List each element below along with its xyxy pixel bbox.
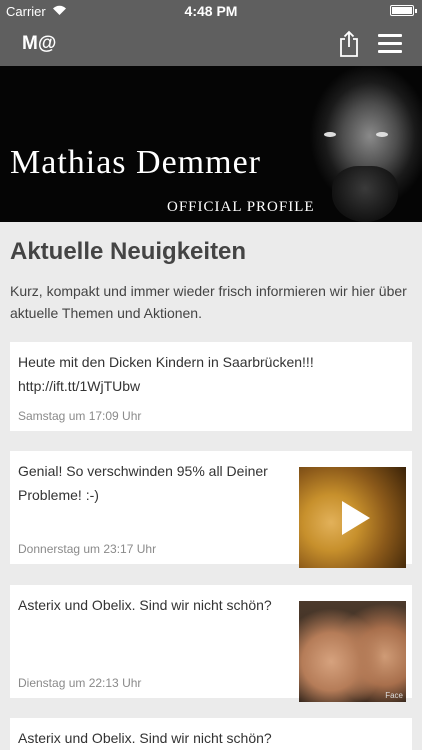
news-item-text: Asterix und Obelix. Sind wir nicht schön… [18,597,272,613]
nav-bar: M@ [0,22,422,66]
hero-subtitle: OFFICIAL PROFILE [167,199,315,215]
news-item[interactable]: Heute mit den Dicken Kindern in Saarbrüc… [10,342,412,431]
play-icon[interactable] [299,467,406,568]
section-title: Aktuelle Neuigkeiten [10,238,247,265]
news-item-text: Genial! So verschwinden 95% all Deiner P… [18,463,268,503]
status-time: 4:48 PM [184,3,238,19]
photo-watermark: Face [385,691,403,700]
news-item-date: Dienstag um 22:13 Uhr [18,676,142,690]
news-item-date: Samstag um 17:09 Uhr [18,409,142,423]
hero-banner: Mathias Demmer OFFICIAL PROFILE [0,66,422,222]
news-item[interactable]: Asterix und Obelix. Sind wir nicht schön… [10,718,412,750]
photo-thumbnail[interactable]: Face [299,601,406,702]
battery-icon [390,5,417,16]
hamburger-menu-icon[interactable] [378,34,402,54]
app-title[interactable]: M@ [22,33,56,55]
news-item-text: Asterix und Obelix. Sind wir nicht schön… [18,730,272,746]
news-item-date: Donnerstag um 23:17 Uhr [18,542,157,556]
section-intro: Kurz, kompakt und immer wieder frisch in… [10,283,407,321]
video-thumbnail[interactable] [299,467,406,568]
share-icon[interactable] [338,30,360,58]
news-item-link[interactable]: http://ift.tt/1WjTUbw [18,378,140,394]
news-item-text: Heute mit den Dicken Kindern in Saarbrüc… [18,354,314,394]
news-item[interactable]: Asterix und Obelix. Sind wir nicht schön… [10,585,412,702]
status-bar: Carrier 4:48 PM [0,0,422,22]
hero-name: Mathias Demmer [10,144,261,181]
news-item[interactable]: Genial! So verschwinden 95% all Deiner P… [10,451,412,568]
